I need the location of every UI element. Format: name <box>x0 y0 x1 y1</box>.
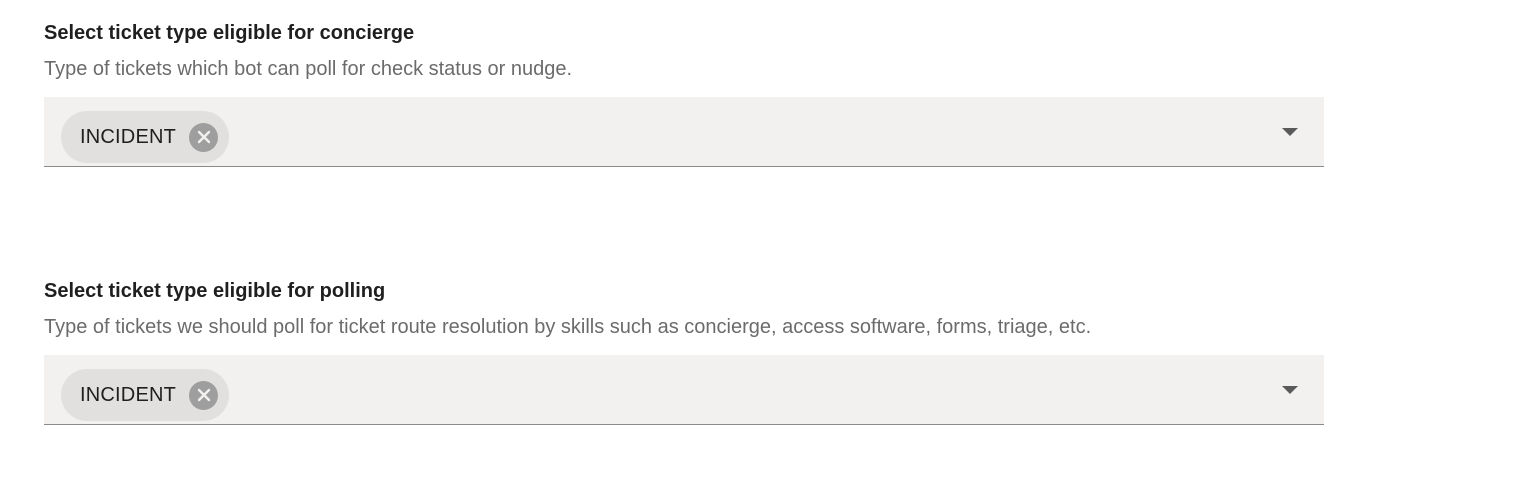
chip-label: INCIDENT <box>80 125 177 148</box>
close-circle-icon[interactable] <box>189 380 219 410</box>
caret-down-icon[interactable] <box>1282 386 1298 394</box>
concierge-section-title: Select ticket type eligible for concierg… <box>44 22 415 44</box>
concierge-section-description: Type of tickets which bot can poll for c… <box>44 58 573 80</box>
polling-ticket-type-section: Select ticket type eligible for polling … <box>44 278 1324 425</box>
concierge-ticket-type-section: Select ticket type eligible for concierg… <box>44 20 1324 167</box>
selected-chip-incident: INCIDENT <box>61 111 230 163</box>
caret-down-icon[interactable] <box>1282 128 1298 136</box>
chip-label: INCIDENT <box>80 383 177 406</box>
polling-ticket-type-select[interactable]: INCIDENT <box>44 355 1324 425</box>
close-circle-icon[interactable] <box>189 122 219 152</box>
polling-section-title: Select ticket type eligible for polling <box>44 280 386 302</box>
concierge-ticket-type-select[interactable]: INCIDENT <box>44 97 1324 167</box>
selected-chip-incident: INCIDENT <box>61 369 230 421</box>
polling-section-description: Type of tickets we should poll for ticke… <box>44 316 1092 338</box>
